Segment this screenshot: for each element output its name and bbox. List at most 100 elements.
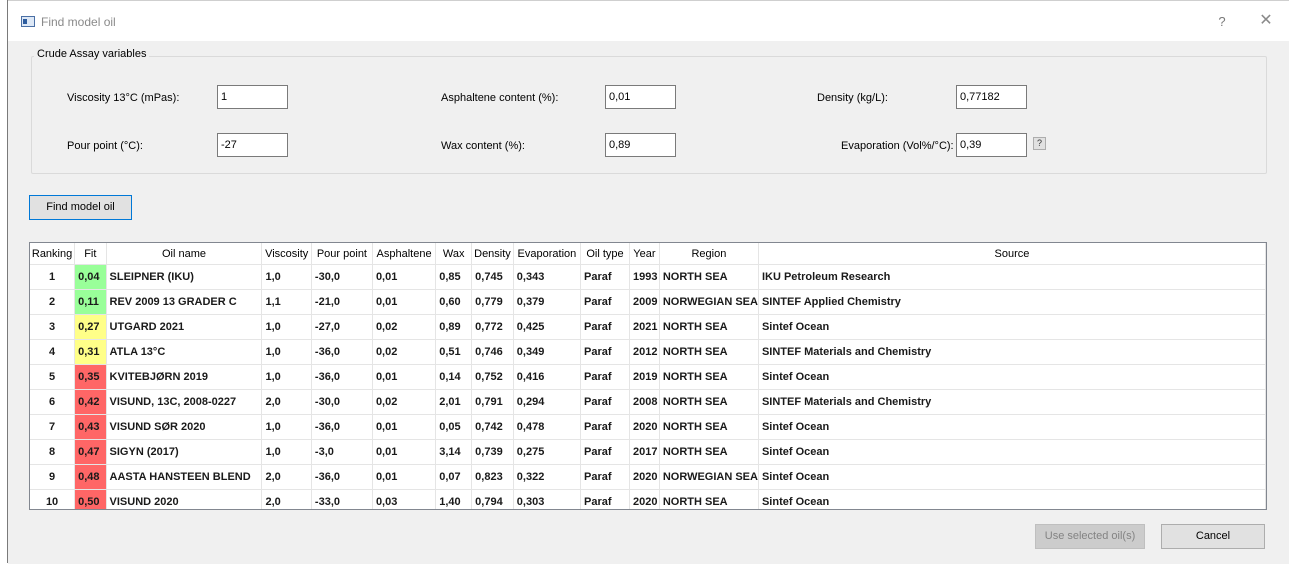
table-cell: 0,02 [372,314,437,340]
evaporation-help-button[interactable]: ? [1033,137,1046,150]
density-input[interactable]: 0,77182 [956,85,1027,109]
table-cell: Paraf [580,289,630,315]
evaporation-input[interactable]: 0,39 [956,133,1027,157]
find-model-oil-button[interactable]: Find model oil [29,195,132,220]
table-cell: 0,27 [74,314,107,340]
column-header[interactable]: Wax [435,243,473,265]
table-row[interactable]: 3 0,27 UTGARD 2021 1,0 -27,0 0,02 0,89 0,772 0,4… [30,314,1266,340]
table-cell: -36,0 [311,414,373,440]
table-cell: 2009 [629,289,660,315]
column-header[interactable]: Asphaltene [372,243,437,265]
pour-point-label: Pour point (°C): [67,140,143,152]
table-cell: 1993 [629,264,660,290]
table-row[interactable]: 10 0,50 VISUND 2020 2,0 -33,0 0,03 1,40 0,794 0,… [30,489,1266,509]
table-cell: 1,40 [435,489,473,509]
table-row[interactable]: 5 0,35 KVITEBJØRN 2019 1,0 -36,0 0,01 0,14 0,75… [30,364,1266,390]
table-cell: NORTH SEA [659,414,759,440]
table-cell: UTGARD 2021 [106,314,263,340]
table-row[interactable]: 9 0,48 AASTA HANSTEEN BLEND 2,0 -36,0 0,01 0,0… [30,464,1266,490]
table-cell: 0,35 [74,364,107,390]
close-icon[interactable]: ✕ [1252,10,1280,32]
table-cell: -36,0 [311,464,373,490]
table-row[interactable]: 8 0,47 SIGYN (2017) 1,0 -3,0 0,01 3,14 0,739 0,2… [30,439,1266,465]
column-header[interactable]: Region [659,243,759,265]
table-cell: 0,85 [435,264,473,290]
table-cell: 3 [30,314,76,340]
density-label: Density (kg/L): [817,92,888,104]
table-cell: 0,745 [471,264,514,290]
table-cell: 0,275 [513,439,582,465]
table-cell: 0,47 [74,439,107,465]
table-row[interactable]: 1 0,04 SLEIPNER (IKU) 1,0 -30,0 0,01 0,85 0,745… [30,264,1266,290]
table-row[interactable]: 4 0,31 ATLA 13°C 1,0 -36,0 0,02 0,51 0,746 0,349… [30,339,1266,365]
table-cell: NORTH SEA [659,264,759,290]
table-cell: 0,01 [372,264,437,290]
table-cell: Paraf [580,464,630,490]
evaporation-label: Evaporation (Vol%/°C): [841,140,954,152]
table-cell: 1,0 [261,364,312,390]
wax-label: Wax content (%): [441,140,525,152]
table-cell: 0,07 [435,464,473,490]
table-row[interactable]: 2 0,11 REV 2009 13 GRADER C 1,1 -21,0 0,01 0,6… [30,289,1266,315]
table-row[interactable]: 7 0,43 VISUND SØR 2020 1,0 -36,0 0,01 0,05 0,74… [30,414,1266,440]
table-cell: 8 [30,439,76,465]
column-header[interactable]: Density [471,243,514,265]
table-cell: 2,01 [435,389,473,415]
table-cell: 0,794 [471,489,514,509]
asphaltene-label: Asphaltene content (%): [441,92,559,104]
table-cell: Paraf [580,439,630,465]
table-cell: SIGYN (2017) [106,439,263,465]
table-cell: Paraf [580,489,630,509]
table-cell: 0,779 [471,289,514,315]
use-selected-oils-button[interactable]: Use selected oil(s) [1035,524,1145,549]
crude-assay-group-title: Crude Assay variables [34,48,150,60]
table-cell: 0,11 [74,289,107,315]
table-cell: Sintef Ocean [758,464,1266,490]
table-cell: 0,01 [372,464,437,490]
results-table[interactable]: Ranking Fit Oil name Viscosity Pour point Asp… [29,242,1267,510]
table-cell: NORTH SEA [659,439,759,465]
table-cell: 0,742 [471,414,514,440]
table-cell: 1,0 [261,339,312,365]
wax-input[interactable]: 0,89 [605,133,676,157]
title-bar: Find model oil ? ✕ [8,1,1289,41]
cancel-button[interactable]: Cancel [1161,524,1265,549]
column-header[interactable]: Source [758,243,1266,265]
column-header[interactable]: Oil name [106,243,263,265]
column-header[interactable]: Fit [74,243,107,265]
table-cell: SINTEF Applied Chemistry [758,289,1266,315]
pour-point-input[interactable]: -27 [217,133,288,157]
asphaltene-input[interactable]: 0,01 [605,85,676,109]
column-header[interactable]: Viscosity [261,243,312,265]
table-cell: AASTA HANSTEEN BLEND [106,464,263,490]
table-cell: 2008 [629,389,660,415]
table-cell: 0,294 [513,389,582,415]
table-cell: 5 [30,364,76,390]
table-cell: NORWEGIAN SEA [659,289,759,315]
table-cell: 0,01 [372,289,437,315]
viscosity-input[interactable]: 1 [217,85,288,109]
table-cell: NORTH SEA [659,314,759,340]
table-cell: IKU Petroleum Research [758,264,1266,290]
column-header[interactable]: Ranking [30,243,76,265]
table-cell: 1,0 [261,439,312,465]
table-cell: VISUND SØR 2020 [106,414,263,440]
column-header[interactable]: Year [629,243,660,265]
table-cell: 0,349 [513,339,582,365]
column-header[interactable]: Evaporation [513,243,582,265]
column-header[interactable]: Pour point [311,243,373,265]
table-cell: 0,823 [471,464,514,490]
table-cell: 0,31 [74,339,107,365]
table-cell: Sintef Ocean [758,314,1266,340]
table-row[interactable]: 6 0,42 VISUND, 13C, 2008-0227 2,0 -30,0 0,02 2… [30,389,1266,415]
column-header[interactable]: Oil type [580,243,630,265]
table-cell: Sintef Ocean [758,364,1266,390]
table-cell: VISUND, 13C, 2008-0227 [106,389,263,415]
table-cell: -36,0 [311,364,373,390]
table-cell: 2,0 [261,389,312,415]
table-cell: 0,379 [513,289,582,315]
table-cell: 1,1 [261,289,312,315]
help-icon[interactable]: ? [1210,11,1234,33]
table-cell: SINTEF Materials and Chemistry [758,339,1266,365]
table-cell: 0,01 [372,414,437,440]
